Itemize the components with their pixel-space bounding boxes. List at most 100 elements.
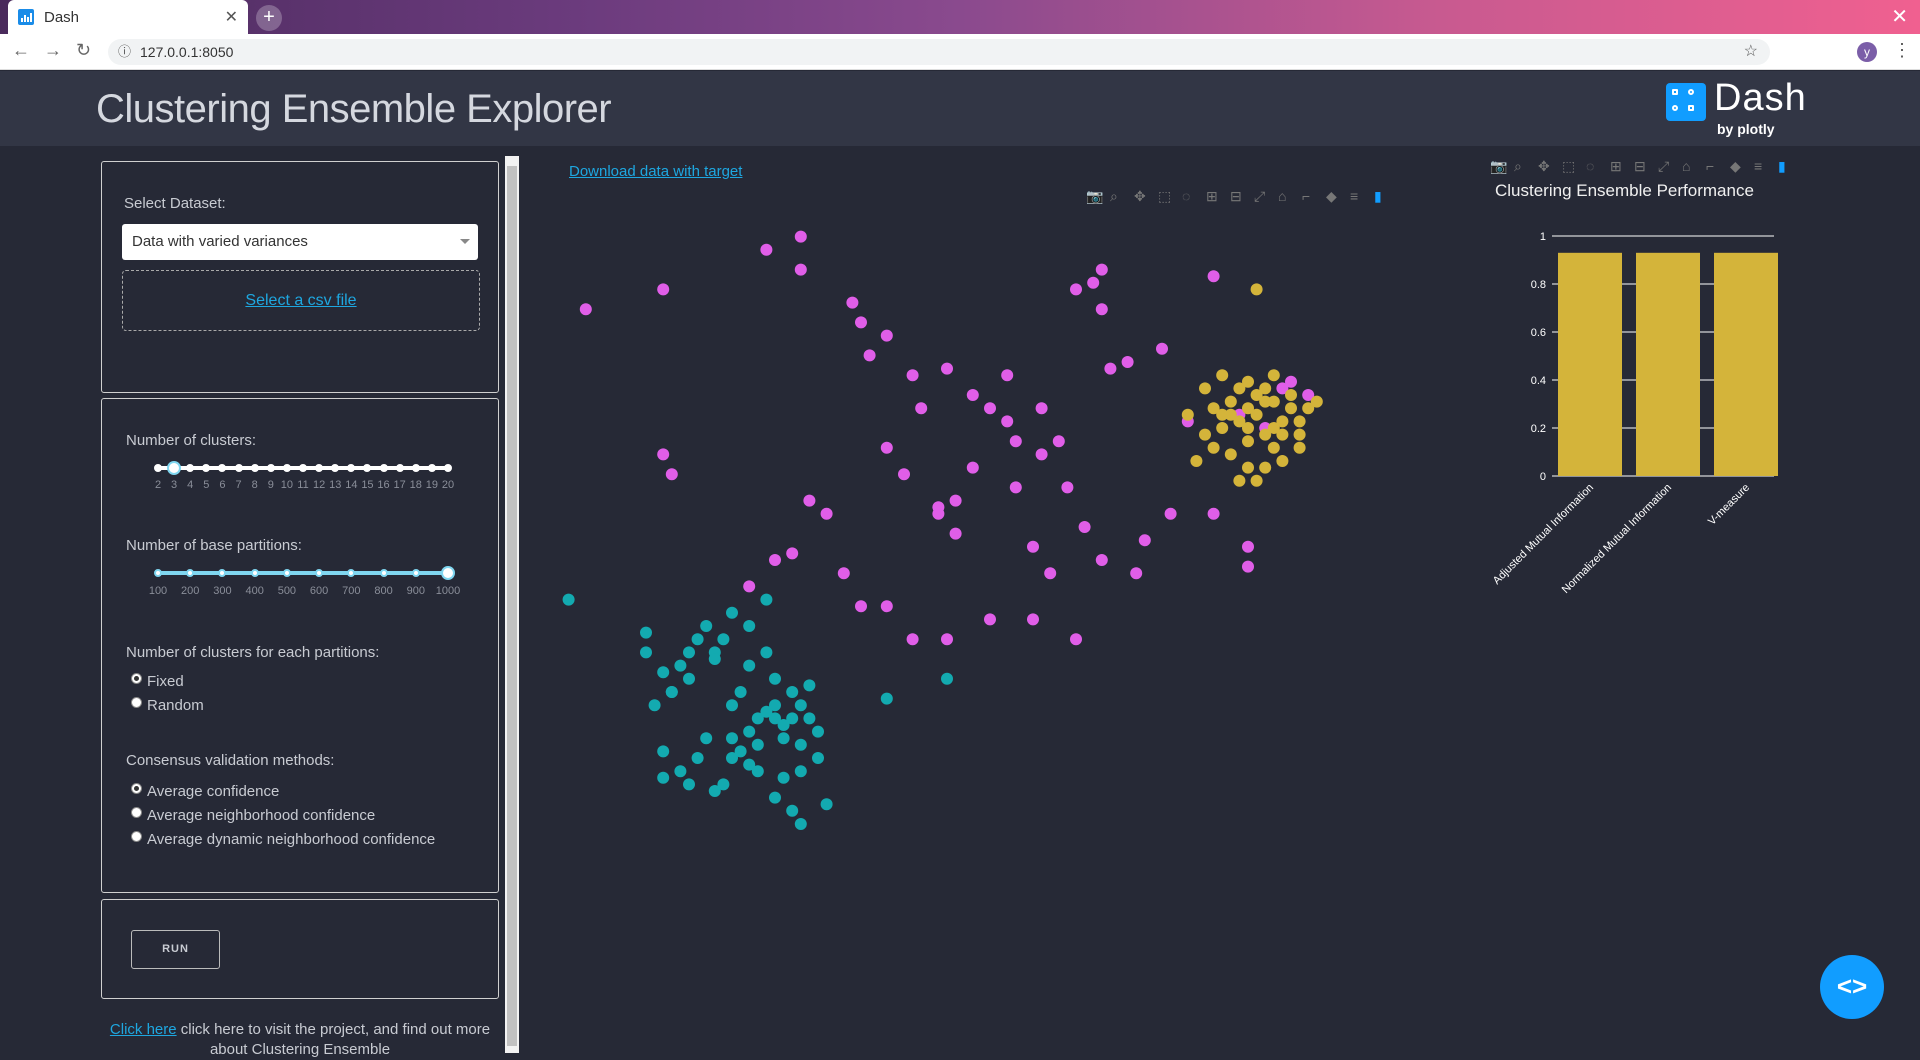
scatter-point-gold[interactable] <box>1207 441 1220 454</box>
scatter-point-gold[interactable] <box>1181 408 1194 421</box>
scatter-point-magenta[interactable] <box>898 468 910 481</box>
scatter-point-teal[interactable] <box>812 752 824 764</box>
scatter-point-magenta[interactable] <box>1242 540 1254 553</box>
scatter-point-magenta[interactable] <box>880 441 893 454</box>
scatter-point-gold[interactable] <box>1242 375 1254 388</box>
scatter-point-teal[interactable] <box>769 672 781 685</box>
slider-handle[interactable] <box>167 461 182 475</box>
zoom-icon[interactable]: ⌕ <box>1514 158 1522 175</box>
scatter-point-gold[interactable] <box>1199 428 1211 441</box>
spike-icon[interactable]: ⌐ <box>1706 158 1714 174</box>
back-icon[interactable]: ← <box>12 40 30 61</box>
bar[interactable] <box>1636 252 1700 476</box>
scatter-point-teal[interactable] <box>691 633 704 646</box>
info-icon[interactable]: ⓘ <box>118 39 131 65</box>
zoom-out-icon[interactable]: ⊟ <box>1634 158 1646 175</box>
reset-icon[interactable]: ⌂ <box>1682 158 1690 174</box>
pan-icon[interactable]: ✥ <box>1134 188 1146 205</box>
scatter-point-magenta[interactable] <box>794 263 807 276</box>
scatter-point-magenta[interactable] <box>932 507 945 520</box>
forward-icon[interactable]: → <box>44 40 62 61</box>
scatter-point-magenta[interactable] <box>1095 263 1108 276</box>
scatter-point-teal[interactable] <box>820 798 833 811</box>
scatter-point-magenta[interactable] <box>743 580 756 593</box>
zoom-out-icon[interactable]: ⊟ <box>1230 188 1242 205</box>
scatter-point-gold[interactable] <box>1285 402 1297 415</box>
scatter-point-magenta[interactable] <box>1164 507 1177 520</box>
scatter-point-teal[interactable] <box>708 785 721 797</box>
scatter-point-magenta[interactable] <box>966 461 979 474</box>
scatter-point-magenta[interactable] <box>1104 362 1117 375</box>
scatter-point-teal[interactable] <box>769 791 781 804</box>
scatter-point-magenta[interactable] <box>1009 435 1022 448</box>
scatter-point-teal[interactable] <box>674 659 687 672</box>
scatter-point-gold[interactable] <box>1276 455 1289 467</box>
scatter-point-gold[interactable] <box>1242 435 1254 448</box>
scatter-point-gold[interactable] <box>1190 455 1203 467</box>
clusters-slider[interactable] <box>154 461 452 475</box>
scatter-point-magenta[interactable] <box>1095 554 1108 566</box>
scatter-point-magenta[interactable] <box>786 547 799 560</box>
scatter-point-teal[interactable] <box>777 732 790 745</box>
scatter-point-teal[interactable] <box>794 818 807 830</box>
scatter-point-teal[interactable] <box>657 771 670 784</box>
scatter-point-teal[interactable] <box>640 626 652 639</box>
scatter-point-magenta[interactable] <box>1035 448 1048 461</box>
spike-icon[interactable]: ⌐ <box>1302 188 1310 204</box>
scatter-point-gold[interactable] <box>1242 402 1254 415</box>
scatter-point-magenta[interactable] <box>1095 303 1108 316</box>
zoom-in-icon[interactable]: ⊞ <box>1206 188 1218 205</box>
radio-fixed[interactable]: Fixed <box>131 673 184 690</box>
scatter-point-gold[interactable] <box>1310 395 1323 408</box>
pan-icon[interactable]: ✥ <box>1538 158 1550 175</box>
camera-icon[interactable]: 📷 <box>1086 188 1103 205</box>
run-button[interactable]: RUN <box>131 930 220 969</box>
address-bar[interactable]: ⓘ 127.0.0.1:8050 ☆ <box>108 39 1770 65</box>
scatter-point-teal[interactable] <box>751 738 764 751</box>
scatter-point-magenta[interactable] <box>665 468 678 481</box>
scrollbar-thumb[interactable] <box>507 166 517 1046</box>
scatter-plot[interactable] <box>540 210 1440 910</box>
sidebar-scrollbar[interactable] <box>505 156 519 1053</box>
plotly-logo-icon[interactable]: ▮ <box>1374 188 1382 205</box>
scatter-point-teal[interactable] <box>665 686 678 698</box>
scatter-point-gold[interactable] <box>1259 461 1272 474</box>
scatter-point-teal[interactable] <box>743 620 756 632</box>
scatter-point-gold[interactable] <box>1259 428 1272 441</box>
scatter-point-teal[interactable] <box>941 672 953 685</box>
scatter-point-teal[interactable] <box>700 620 713 632</box>
scatter-point-magenta[interactable] <box>657 448 670 461</box>
scatter-point-teal[interactable] <box>760 593 773 606</box>
scatter-point-magenta[interactable] <box>769 554 781 566</box>
scatter-point-gold[interactable] <box>1276 428 1289 441</box>
scatter-point-gold[interactable] <box>1276 415 1289 428</box>
box-select-icon[interactable]: ⬚ <box>1158 188 1171 205</box>
download-link[interactable]: Download data with target <box>569 163 742 180</box>
scatter-point-gold[interactable] <box>1267 369 1280 382</box>
scatter-point-teal[interactable] <box>786 804 799 817</box>
bar-chart[interactable]: 00.20.40.60.81Adjusted Mutual Informatio… <box>1460 210 1820 630</box>
scatter-point-magenta[interactable] <box>1156 342 1168 355</box>
scatter-point-gold[interactable] <box>1267 441 1280 454</box>
scatter-point-gold[interactable] <box>1224 448 1237 461</box>
scatter-point-magenta[interactable] <box>1121 356 1134 368</box>
scatter-point-teal[interactable] <box>777 771 790 784</box>
scatter-point-magenta[interactable] <box>855 600 867 613</box>
scatter-point-magenta[interactable] <box>846 296 859 309</box>
scatter-point-magenta[interactable] <box>880 329 893 342</box>
scatter-point-magenta[interactable] <box>1078 521 1091 533</box>
scatter-point-gold[interactable] <box>1293 415 1306 428</box>
scatter-point-teal[interactable] <box>794 738 807 751</box>
scatter-point-teal[interactable] <box>700 732 713 745</box>
scatter-point-magenta[interactable] <box>1027 613 1039 626</box>
radio-neighborhood-confidence[interactable]: Average neighborhood confidence <box>131 807 375 824</box>
scatter-point-magenta[interactable] <box>880 600 893 613</box>
scatter-point-magenta[interactable] <box>906 369 919 382</box>
scatter-point-gold[interactable] <box>1216 408 1229 421</box>
window-close-icon[interactable]: ✕ <box>1891 4 1908 29</box>
scatter-point-magenta[interactable] <box>949 494 962 507</box>
scatter-point-magenta[interactable] <box>837 567 850 580</box>
scatter-point-teal[interactable] <box>683 646 695 659</box>
scatter-point-magenta[interactable] <box>820 507 833 520</box>
scatter-point-magenta[interactable] <box>1035 402 1048 415</box>
